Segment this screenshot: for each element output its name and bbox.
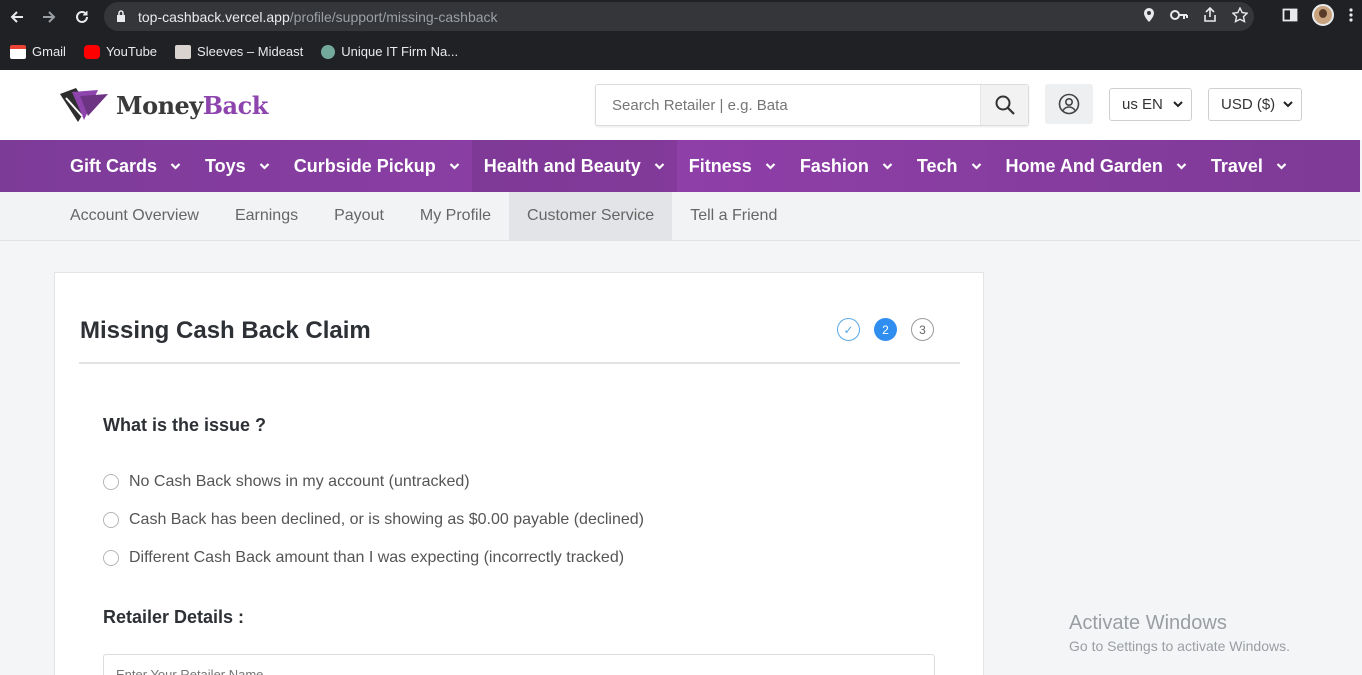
currency-select[interactable]: USD ($): [1208, 88, 1302, 121]
key-icon[interactable]: [1170, 9, 1188, 21]
nav-item-health-and-beauty[interactable]: Health and Beauty: [471, 140, 677, 192]
youtube-icon: [83, 44, 100, 59]
back-arrow-icon[interactable]: [6, 6, 28, 28]
nav-item-curbside-pickup[interactable]: Curbside Pickup: [282, 140, 472, 192]
search-input[interactable]: [596, 85, 981, 125]
currency-value: USD ($): [1221, 96, 1276, 113]
language-select[interactable]: us EN: [1109, 88, 1192, 121]
chatgpt-icon: [321, 44, 336, 59]
subnav-item-my-profile[interactable]: My Profile: [402, 192, 509, 240]
chevron-down-icon: [1173, 101, 1183, 108]
url-text: top-cashback.vercel.app/profile/support/…: [138, 9, 498, 25]
watermark-subtitle: Go to Settings to activate Windows.: [1069, 638, 1290, 654]
retailer-search: [595, 84, 1029, 126]
chevron-down-icon: [765, 163, 776, 170]
radio-button[interactable]: [103, 512, 119, 528]
nav-item-fashion[interactable]: Fashion: [788, 140, 905, 192]
chevron-down-icon: [971, 163, 981, 170]
missing-cashback-card: Missing Cash Back Claim ✓ 2 3 What is th…: [54, 272, 984, 675]
nav-item-tech[interactable]: Tech: [905, 140, 994, 192]
chevron-down-icon: [654, 163, 665, 170]
issue-heading: What is the issue ?: [103, 415, 267, 435]
subnav-item-account-overview[interactable]: Account Overview: [52, 192, 217, 240]
chevron-down-icon: [1283, 101, 1293, 108]
address-bar[interactable]: top-cashback.vercel.app/profile/support/…: [104, 2, 1254, 31]
radio-button[interactable]: [103, 474, 119, 490]
chevron-down-icon: [882, 163, 893, 170]
search-button[interactable]: [980, 85, 1028, 125]
nav-item-home-and-garden[interactable]: Home And Garden: [994, 140, 1199, 192]
moneyback-logo[interactable]: MoneyBack: [58, 86, 268, 124]
step-indicator: ✓ 2 3: [837, 318, 934, 341]
chevron-down-icon: [449, 163, 460, 170]
star-icon[interactable]: [1232, 7, 1248, 23]
logo-text: MoneyBack: [116, 90, 268, 120]
location-pin-icon[interactable]: [1142, 7, 1156, 23]
step-3-todo: 3: [911, 318, 934, 341]
nav-item-travel[interactable]: Travel: [1199, 140, 1299, 192]
bookmark-unique-it[interactable]: Unique IT Firm Na...: [321, 44, 458, 59]
bookmark-sleeves[interactable]: Sleeves – Mideast: [175, 44, 303, 59]
bookmark-youtube[interactable]: YouTube: [83, 44, 157, 59]
lock-icon: [117, 10, 125, 22]
chevron-down-icon: [259, 163, 269, 170]
chevron-down-icon: [170, 163, 181, 170]
language-value: us EN: [1122, 96, 1163, 113]
browser-toolbar: top-cashback.vercel.app/profile/support/…: [0, 0, 1362, 33]
kebab-menu-icon[interactable]: [1348, 7, 1354, 23]
profile-avatar[interactable]: [1312, 4, 1334, 26]
nav-item-gift-cards[interactable]: Gift Cards: [58, 140, 193, 192]
category-nav: Gift Cards Toys Curbside Pickup Health and …: [0, 140, 1360, 192]
forward-arrow-icon[interactable]: [38, 6, 60, 28]
bookmark-gmail[interactable]: Gmail: [10, 44, 66, 59]
watermark-title: Activate Windows: [1069, 612, 1227, 634]
subnav-item-earnings[interactable]: Earnings: [217, 192, 316, 240]
radio-button[interactable]: [103, 550, 119, 566]
account-subnav: Account Overview Earnings Payout My Profile…: [0, 192, 1360, 241]
search-icon: [995, 95, 1015, 115]
nav-item-fitness[interactable]: Fitness: [677, 140, 788, 192]
step-2-current: 2: [874, 318, 897, 341]
reload-icon[interactable]: [71, 6, 93, 28]
page-title: Missing Cash Back Claim: [80, 317, 371, 344]
logo-mark-icon: [60, 88, 108, 122]
user-circle-icon: [1058, 93, 1080, 115]
issue-option-untracked[interactable]: No Cash Back shows in my account (untrac…: [103, 473, 470, 491]
subnav-item-tell-a-friend[interactable]: Tell a Friend: [672, 192, 795, 240]
bookmarks-bar: Gmail YouTube Sleeves – Mideast Unique I…: [0, 33, 1362, 70]
retailer-heading: Retailer Details :: [103, 607, 245, 627]
chevron-down-icon: [1276, 163, 1287, 170]
issue-option-incorrect[interactable]: Different Cash Back amount than I was ex…: [103, 549, 624, 567]
sleeves-icon: [175, 44, 192, 59]
side-panel-icon[interactable]: [1282, 7, 1298, 23]
account-button[interactable]: [1045, 84, 1093, 124]
subnav-item-payout[interactable]: Payout: [316, 192, 402, 240]
chevron-down-icon: [1176, 163, 1187, 170]
step-1-done: ✓: [837, 318, 860, 341]
issue-option-declined[interactable]: Cash Back has been declined, or is showi…: [103, 511, 644, 529]
share-icon[interactable]: [1202, 7, 1218, 23]
activate-windows-watermark: Activate Windows Go to Settings to activ…: [1069, 612, 1290, 654]
nav-item-toys[interactable]: Toys: [193, 140, 282, 192]
subnav-item-customer-service[interactable]: Customer Service: [509, 192, 673, 240]
gmail-icon: [10, 44, 26, 59]
site-header: MoneyBack us EN USD ($): [0, 70, 1362, 140]
retailer-name-input[interactable]: [103, 654, 935, 675]
title-divider: [79, 362, 960, 364]
